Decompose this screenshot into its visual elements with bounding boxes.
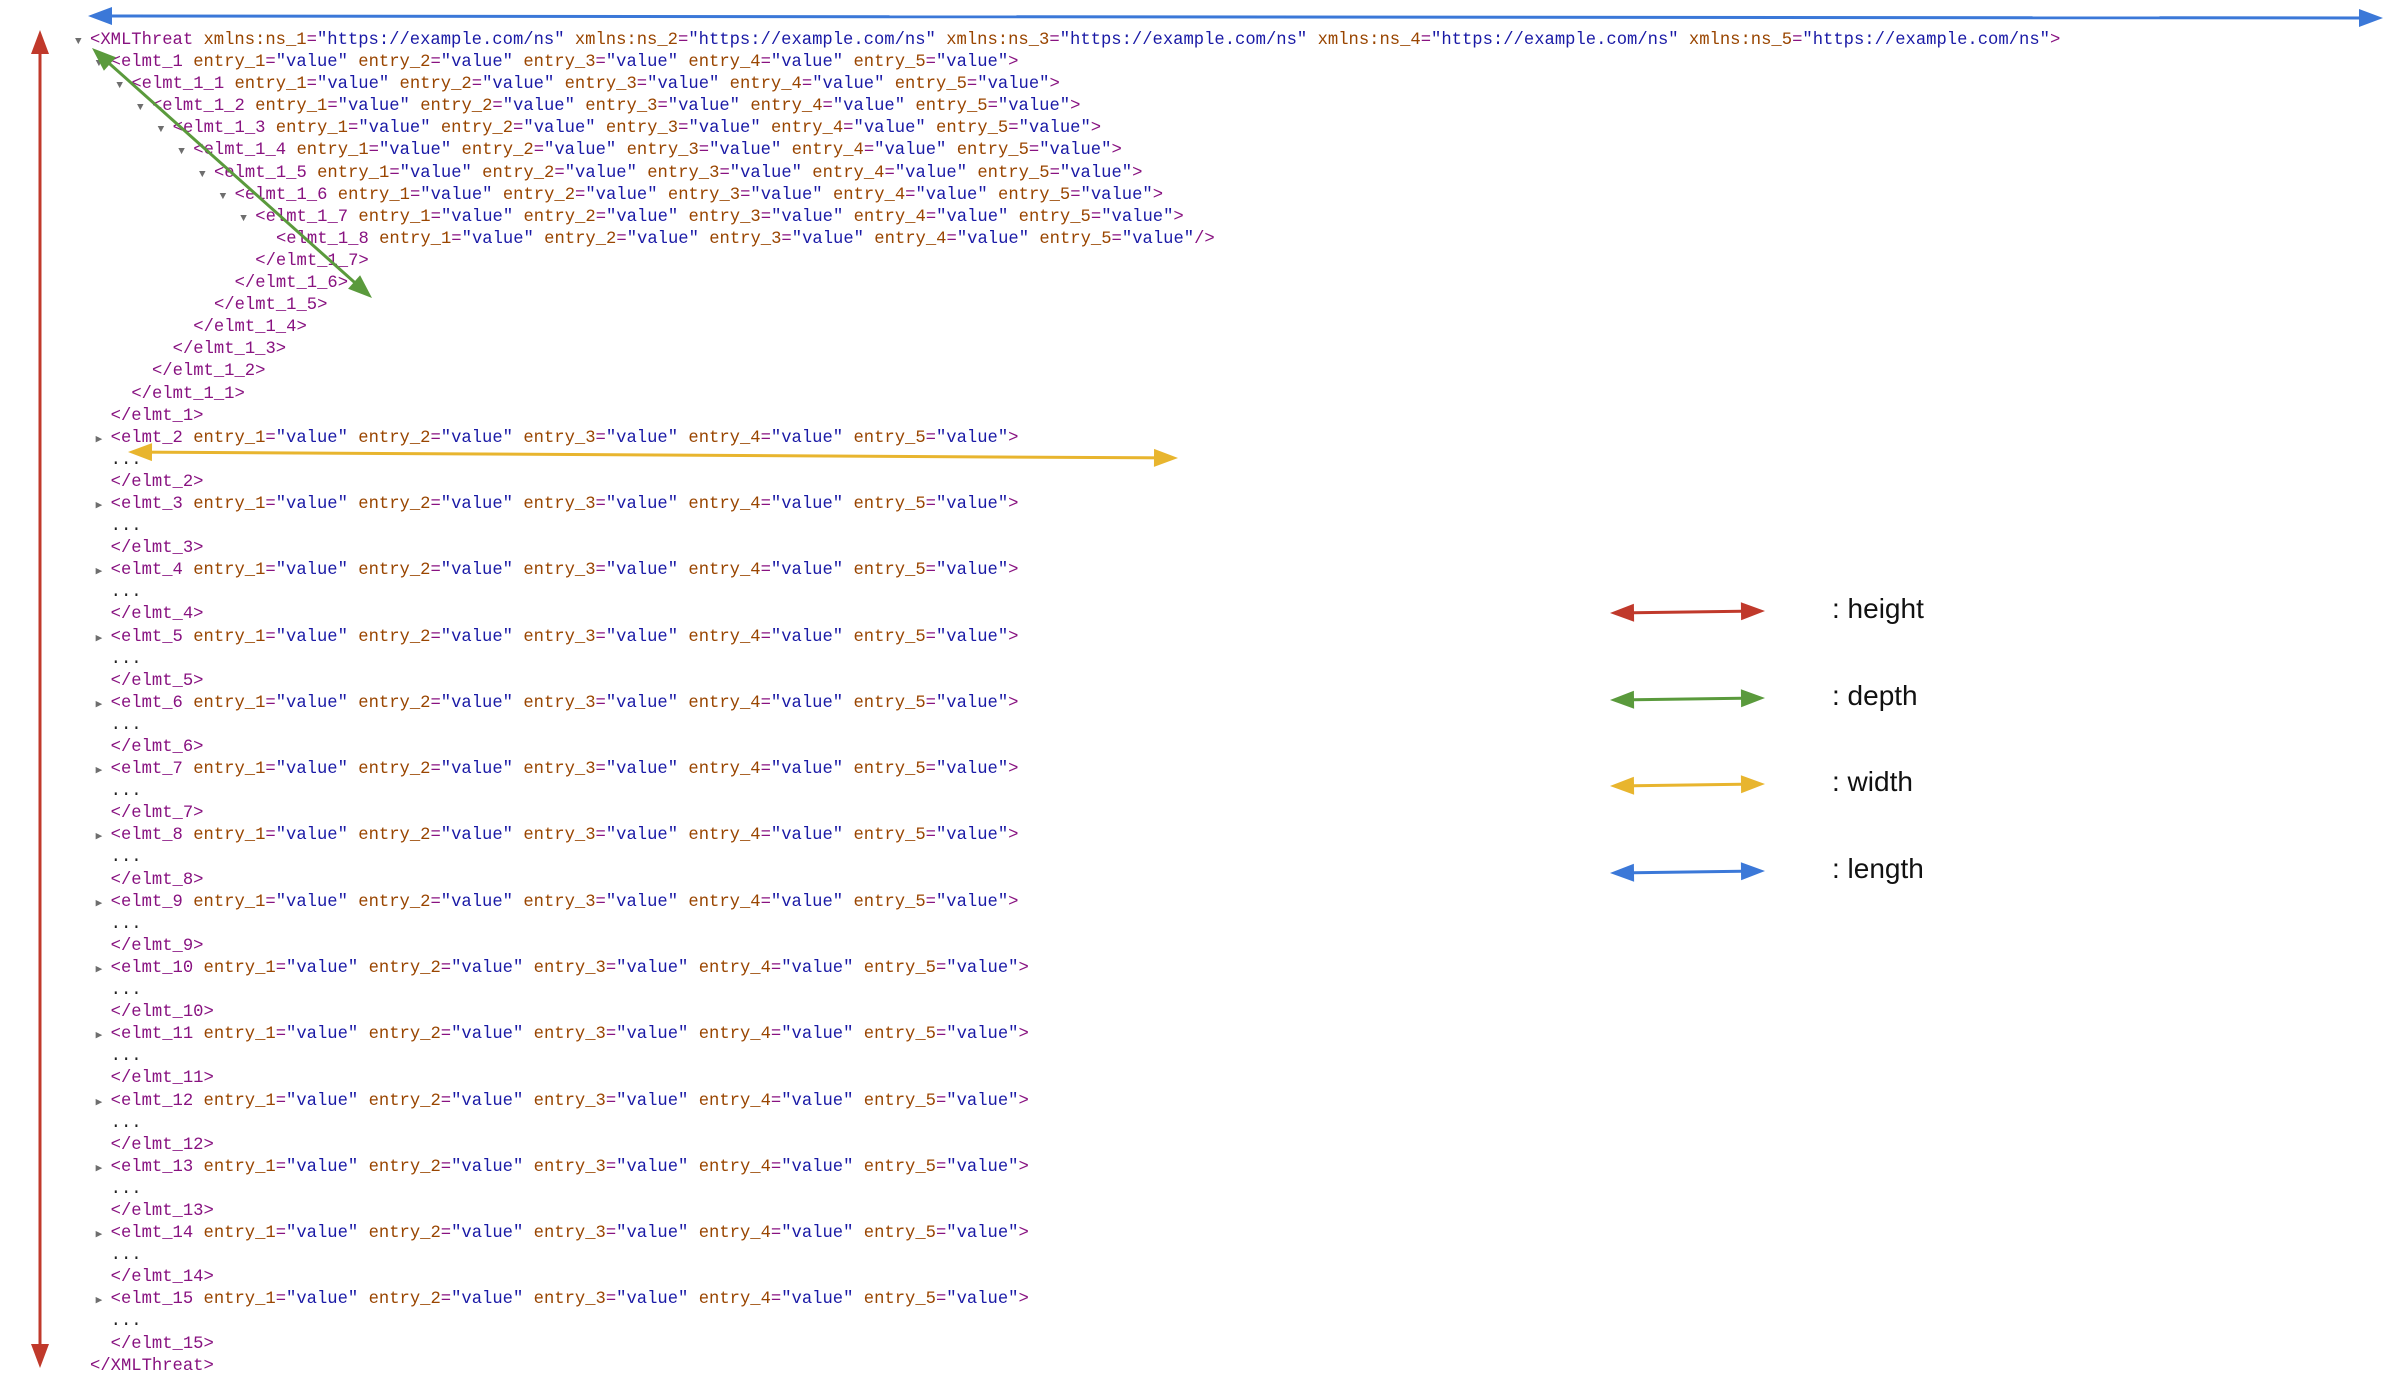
dimension-arrows	[31, 7, 2383, 1368]
height-arrow	[31, 30, 49, 1368]
legend-arrow-1	[1610, 689, 1765, 709]
width-arrow	[128, 443, 1178, 467]
depth-arrow	[92, 48, 372, 298]
legend-arrow-3	[1610, 862, 1765, 882]
length-arrow	[88, 7, 2383, 27]
legend-label: : height	[1832, 593, 1924, 624]
legend-label: : width	[1832, 766, 1913, 797]
legend-arrow-2	[1610, 775, 1765, 795]
legend-arrow-0	[1610, 602, 1765, 622]
legend-label: : length	[1832, 853, 1924, 884]
legend-label: : depth	[1832, 680, 1918, 711]
